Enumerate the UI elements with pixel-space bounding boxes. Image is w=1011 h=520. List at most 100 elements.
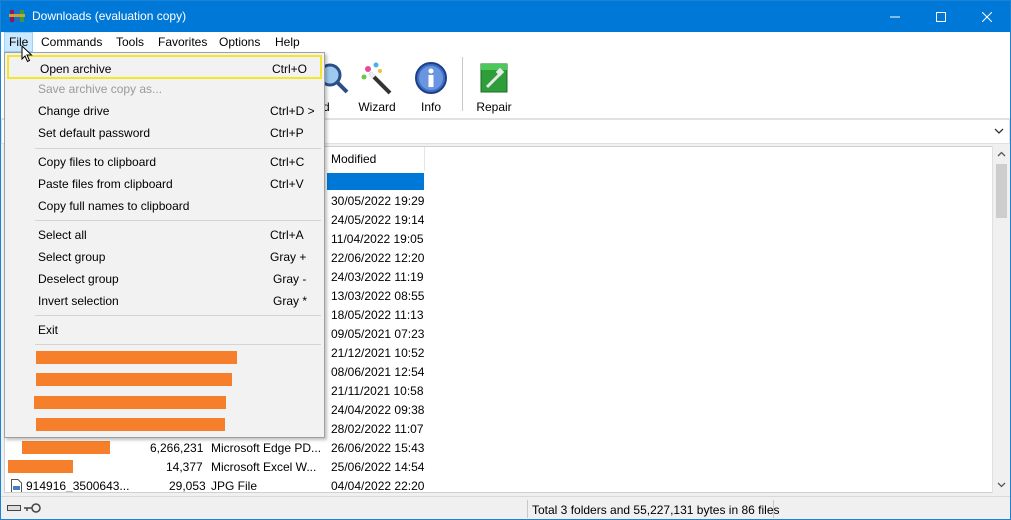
modified-cell: 24/04/2022 09:38 (331, 403, 425, 417)
wizard-button[interactable]: Wizard (351, 57, 403, 114)
menu-item-label: Open archive (40, 62, 112, 76)
toolbar-separator (462, 57, 463, 111)
vertical-scrollbar[interactable] (992, 146, 1009, 493)
mouse-cursor-icon (21, 45, 33, 63)
menu-item-label: Set default password (38, 126, 151, 140)
menu-item-shortcut: Gray * (273, 294, 308, 308)
column-header-modified-label: Modified (331, 152, 377, 166)
menu-item-exit[interactable]: Exit (7, 319, 322, 341)
menu-item-label: Copy files to clipboard (38, 155, 157, 169)
menu-item-label: Save archive copy as... (38, 82, 163, 96)
menu-item-set-default-password[interactable]: Set default password Ctrl+P (7, 122, 322, 144)
menu-item-label: Select all (38, 228, 87, 242)
size-cell: 14,377 (166, 460, 203, 474)
modified-cell: 21/12/2021 10:52 (331, 346, 425, 360)
menu-item-invert-selection[interactable]: Invert selection Gray * (7, 290, 322, 312)
close-icon (982, 11, 992, 22)
modified-cell: 13/03/2022 08:55 (331, 289, 425, 303)
menu-item-shortcut: Ctrl+P (270, 126, 304, 140)
minimize-button[interactable] (872, 1, 918, 32)
winrar-window: Downloads (evaluation copy) File Command… (0, 0, 1011, 520)
wizard-label: Wizard (358, 100, 396, 114)
menu-item-label: Deselect group (38, 272, 119, 286)
menu-separator (35, 220, 321, 221)
maximize-button[interactable] (918, 1, 964, 32)
menu-item-save-archive-copy: Save archive copy as... (7, 78, 322, 100)
status-separator (773, 500, 774, 518)
recent-archive-item-redacted[interactable] (36, 418, 225, 431)
menu-item-copy-full-names[interactable]: Copy full names to clipboard (7, 195, 322, 217)
menu-commands[interactable]: Commands (41, 35, 102, 49)
menu-item-select-group[interactable]: Select group Gray + (7, 246, 322, 268)
menu-item-shortcut: Gray - (273, 272, 307, 286)
recent-archive-item-redacted[interactable] (36, 351, 237, 364)
modified-cell: 21/11/2021 10:58 (331, 384, 424, 398)
menu-tools[interactable]: Tools (116, 35, 144, 49)
modified-cell: 18/05/2022 11:13 (331, 308, 424, 322)
modified-cell: 08/06/2021 12:54 (331, 365, 425, 379)
key-icon[interactable] (24, 502, 42, 514)
modified-cell: 26/06/2022 15:43 (331, 441, 425, 455)
menu-item-open-archive[interactable]: Open archive Ctrl+O (7, 55, 322, 79)
close-button[interactable] (964, 1, 1010, 32)
menu-item-copy-files[interactable]: Copy files to clipboard Ctrl+C (7, 151, 322, 173)
size-cell: 29,053 (169, 479, 206, 493)
file-menu-dropdown: Open archive Ctrl+O Save archive copy as… (4, 52, 325, 438)
menu-separator (35, 148, 321, 149)
menu-item-change-drive[interactable]: Change drive Ctrl+D > (7, 100, 322, 122)
menu-item-shortcut: Ctrl+V (270, 177, 304, 191)
modified-cell: 22/06/2022 12:20 (331, 251, 425, 265)
menu-item-label: Change drive (38, 104, 110, 118)
menu-item-shortcut: Gray + (270, 250, 307, 264)
status-summary: Total 3 folders and 55,227,131 bytes in … (532, 503, 780, 517)
title-bar[interactable]: Downloads (evaluation copy) (1, 1, 1010, 32)
recent-archive-item-redacted[interactable] (34, 396, 226, 409)
menu-item-select-all[interactable]: Select all Ctrl+A (7, 224, 322, 246)
scroll-down-icon[interactable] (997, 480, 1006, 489)
menu-item-deselect-group[interactable]: Deselect group Gray - (7, 268, 322, 290)
menu-options[interactable]: Options (219, 35, 260, 49)
size-cell: 6,266,231 (150, 441, 204, 455)
winrar-app-icon (9, 10, 25, 22)
menu-item-shortcut: Ctrl+A (270, 228, 304, 242)
menu-item-label: Invert selection (38, 294, 119, 308)
recent-archive-item-redacted[interactable] (36, 373, 232, 386)
status-separator (527, 500, 528, 518)
modified-cell: 25/06/2022 14:54 (331, 460, 425, 474)
menu-help[interactable]: Help (275, 35, 300, 49)
window-title: Downloads (evaluation copy) (32, 9, 187, 23)
menu-item-shortcut: Ctrl+O (272, 62, 308, 76)
wizard-icon (361, 62, 392, 95)
modified-cell: 30/05/2022 19:29 (331, 194, 425, 208)
chevron-down-icon[interactable] (993, 125, 1005, 137)
selected-row-highlight[interactable] (327, 173, 424, 190)
status-bar: Total 3 folders and 55,227,131 bytes in … (1, 496, 1010, 519)
column-header-modified[interactable]: Modified (325, 147, 425, 171)
info-button[interactable]: Info (405, 57, 457, 114)
menu-item-label: Exit (38, 323, 59, 337)
modified-cell: 28/02/2022 11:07 (331, 422, 424, 436)
minimize-icon (890, 16, 900, 17)
filename-cell: 914916_3500643... (26, 479, 130, 493)
menu-item-label: Copy full names to clipboard (38, 199, 190, 213)
info-label: Info (420, 100, 441, 114)
redacted-filename (8, 460, 73, 473)
menu-item-shortcut: Ctrl+C (270, 155, 305, 169)
menu-item-label: Select group (38, 250, 106, 264)
redacted-filename (22, 441, 110, 454)
table-row[interactable]: 14,377 Microsoft Excel W... 25/06/2022 1… (5, 458, 985, 477)
menu-bar: File Commands Tools Favorites Options He… (1, 32, 1010, 52)
modified-cell: 24/03/2022 11:19 (331, 270, 424, 284)
scroll-up-icon[interactable] (997, 150, 1006, 159)
repair-icon (480, 63, 508, 93)
scrollbar-thumb[interactable] (996, 164, 1007, 218)
menu-item-label: Paste files from clipboard (38, 177, 173, 191)
menu-separator (35, 344, 321, 345)
table-row[interactable]: 914916_3500643... 29,053 JPG File 04/04/… (5, 477, 985, 493)
repair-button[interactable]: Repair (468, 57, 520, 114)
modified-cell: 11/04/2022 19:05 (331, 232, 424, 246)
table-row[interactable]: 6,266,231 Microsoft Edge PD... 26/06/202… (5, 439, 985, 458)
menu-item-paste-files[interactable]: Paste files from clipboard Ctrl+V (7, 173, 322, 195)
menu-favorites[interactable]: Favorites (158, 35, 207, 49)
drive-icon (7, 505, 21, 511)
